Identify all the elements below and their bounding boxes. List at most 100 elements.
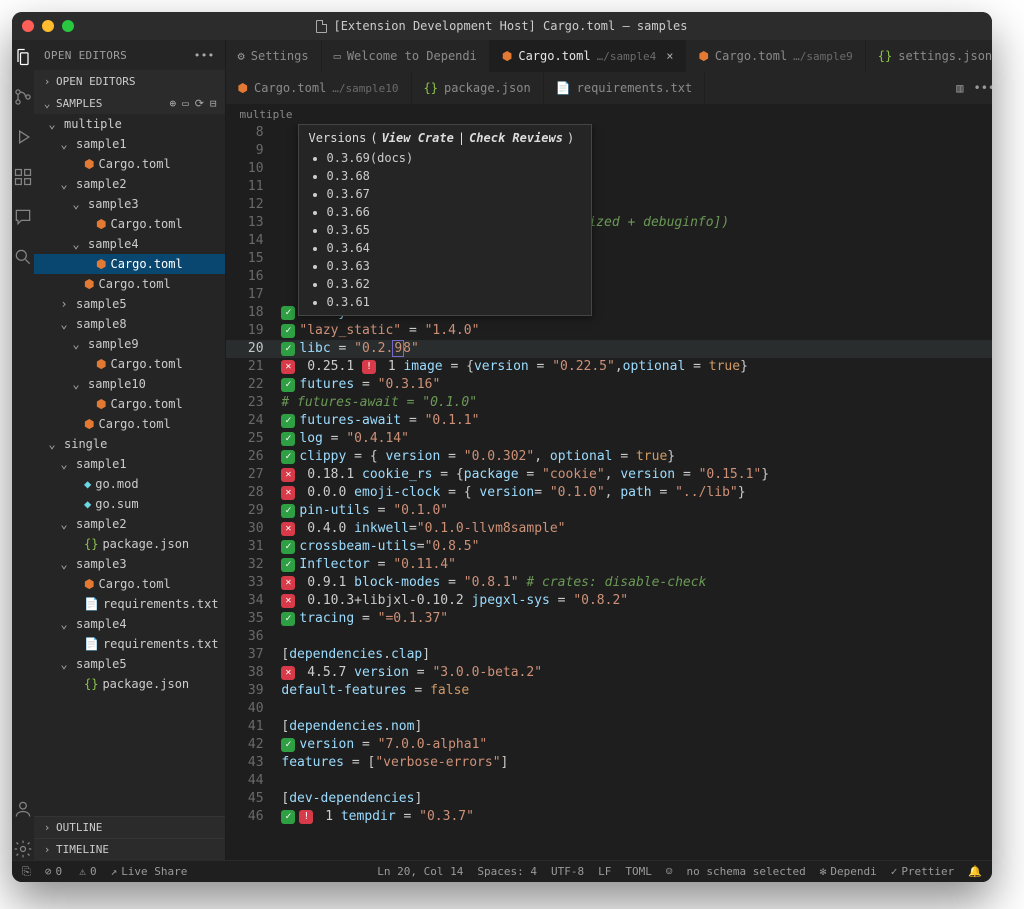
view-crate-link[interactable]: View Crate — [382, 131, 454, 145]
split-editor-icon[interactable]: ▥ — [956, 81, 963, 95]
version-item[interactable]: 0.3.68 — [327, 167, 581, 185]
code-line[interactable]: ✓version = "7.0.0-alpha1" — [274, 736, 992, 754]
language-mode[interactable]: TOML — [625, 865, 652, 878]
tab[interactable]: ⬢Cargo.toml…/sample9 — [686, 40, 865, 72]
tree-file[interactable]: ◆ go.mod — [34, 474, 225, 494]
code-line[interactable]: ✓futures-await = "0.1.1" — [274, 412, 992, 430]
tree-file[interactable]: 📄 requirements.txt — [34, 634, 225, 654]
code-line[interactable]: ✕ 0.10.3+libjxl-0.10.2 jpegxl-sys = "0.8… — [274, 592, 992, 610]
schema-status[interactable]: no schema selected — [686, 865, 805, 878]
code-line[interactable]: [dependencies.clap] — [274, 646, 992, 664]
live-share-button[interactable]: ↗ Live Share — [111, 865, 188, 878]
dependi-status[interactable]: ✻ Dependi — [820, 865, 877, 878]
code-line[interactable]: ✕ 0.4.0 inkwell="0.1.0-llvm8sample" — [274, 520, 992, 538]
code-line[interactable]: ✓! 1 tempdir = "0.3.7" — [274, 808, 992, 826]
code-line[interactable]: ✕ 0.18.1 cookie_rs = {package = "cookie"… — [274, 466, 992, 484]
code-line[interactable]: ✓tracing = "=0.1.37" — [274, 610, 992, 628]
tree-folder[interactable]: ⌄ sample3 — [34, 194, 225, 214]
feedback-icon[interactable]: ☺ — [666, 865, 673, 878]
eol[interactable]: LF — [598, 865, 611, 878]
tree-folder[interactable]: › sample5 — [34, 294, 225, 314]
tree-folder[interactable]: ⌄ sample9 — [34, 334, 225, 354]
tree-folder[interactable]: ⌄ sample5 — [34, 654, 225, 674]
code-line[interactable]: # futures-await = "0.1.0" — [274, 394, 992, 412]
tree-folder[interactable]: ⌄ single — [34, 434, 225, 454]
tree-file[interactable]: {} package.json — [34, 534, 225, 554]
tab[interactable]: ⚙Settings — [226, 40, 322, 72]
version-item[interactable]: 0.3.69(docs) — [327, 149, 581, 167]
tree-folder[interactable]: ⌄ sample10 — [34, 374, 225, 394]
tab[interactable]: {}settings.json — [866, 40, 992, 72]
encoding[interactable]: UTF-8 — [551, 865, 584, 878]
collapse-icon[interactable]: ⊟ — [210, 97, 217, 110]
indentation[interactable]: Spaces: 4 — [477, 865, 537, 878]
code-line[interactable]: ✓futures = "0.3.16" — [274, 376, 992, 394]
breadcrumbs[interactable]: multiple — [226, 104, 992, 124]
code-line[interactable]: ✓pin-utils = "0.1.0" — [274, 502, 992, 520]
tree-folder[interactable]: ⌄ sample8 — [34, 314, 225, 334]
tree-folder[interactable]: ⌄ multiple — [34, 114, 225, 134]
prettier-status[interactable]: ✓ Prettier — [891, 865, 955, 878]
tree-folder[interactable]: ⌄ sample4 — [34, 234, 225, 254]
errors-warnings[interactable]: ⊘ 0 ⚠ 0 — [45, 865, 97, 878]
version-item[interactable]: 0.3.66 — [327, 203, 581, 221]
tree-file[interactable]: ⬢ Cargo.toml — [34, 574, 225, 594]
code-line[interactable]: features = ["verbose-errors"] — [274, 754, 992, 772]
tree-file[interactable]: ◆ go.sum — [34, 494, 225, 514]
account-icon[interactable] — [12, 798, 34, 820]
code-line[interactable]: ✕ 0.9.1 block-modes = "0.8.1" # crates: … — [274, 574, 992, 592]
tree-folder[interactable]: ⌄ sample2 — [34, 174, 225, 194]
version-item[interactable]: 0.3.65 — [327, 221, 581, 239]
tree-file[interactable]: ⬢ Cargo.toml — [34, 394, 225, 414]
tab-more-icon[interactable]: ••• — [973, 81, 992, 95]
code-line[interactable]: ✕ 0.25.1 ! 1 image = {version = "0.22.5"… — [274, 358, 992, 376]
tree-file[interactable]: ⬢ Cargo.toml — [34, 414, 225, 434]
refresh-icon[interactable]: ⟳ — [195, 97, 204, 110]
tree-file[interactable]: ⬢ Cargo.toml — [34, 274, 225, 294]
close-tab-icon[interactable]: × — [666, 49, 673, 63]
code-line[interactable]: [dev-dependencies] — [274, 790, 992, 808]
cursor-position[interactable]: Ln 20, Col 14 — [377, 865, 463, 878]
tree-file[interactable]: ⬢ Cargo.toml — [34, 214, 225, 234]
code-line[interactable]: ✓clippy = { version = "0.0.302", optiona… — [274, 448, 992, 466]
tree-folder[interactable]: ⌄ sample2 — [34, 514, 225, 534]
settings-icon[interactable] — [12, 838, 34, 860]
outline-section[interactable]: ›OUTLINE — [34, 816, 225, 838]
sidebar-more-icon[interactable]: ••• — [194, 49, 215, 62]
tab[interactable]: 📄requirements.txt — [544, 72, 706, 104]
check-reviews-link[interactable]: Check Reviews — [469, 131, 563, 145]
code-line[interactable]: ✕ 4.5.7 version = "3.0.0-beta.2" — [274, 664, 992, 682]
search-icon[interactable] — [12, 246, 34, 268]
code-line[interactable]: ✕ 0.0.0 emoji-clock = { version= "0.1.0"… — [274, 484, 992, 502]
scm-icon[interactable] — [12, 86, 34, 108]
version-item[interactable]: 0.3.63 — [327, 257, 581, 275]
code-line[interactable]: [dependencies.nom] — [274, 718, 992, 736]
code-line[interactable]: ✓libc = "0.2.98" — [274, 340, 992, 358]
explorer-icon[interactable] — [12, 46, 34, 68]
code-editor[interactable]: 8910111213141516171819202122232425262728… — [226, 124, 992, 860]
code-line[interactable]: ✓log = "0.4.14" — [274, 430, 992, 448]
tab[interactable]: {}package.json — [412, 72, 544, 104]
code-line[interactable]: ✓"lazy_static" = "1.4.0" — [274, 322, 992, 340]
tree-folder[interactable]: ⌄ sample4 — [34, 614, 225, 634]
bell-icon[interactable]: 🔔 — [968, 865, 982, 878]
debug-icon[interactable] — [12, 126, 34, 148]
comments-icon[interactable] — [12, 206, 34, 228]
new-folder-icon[interactable]: ▭ — [182, 97, 189, 110]
remote-button[interactable]: ⎘ — [22, 865, 31, 879]
samples-section[interactable]: ⌄SAMPLES ⊕ ▭ ⟳ ⊟ — [34, 92, 225, 114]
code-line[interactable]: ✓crossbeam-utils="0.8.5" — [274, 538, 992, 556]
extensions-icon[interactable] — [12, 166, 34, 188]
timeline-section[interactable]: ›TIMELINE — [34, 838, 225, 860]
tree-file[interactable]: ⬢ Cargo.toml — [34, 154, 225, 174]
code-line[interactable]: default-features = false — [274, 682, 992, 700]
version-item[interactable]: 0.3.64 — [327, 239, 581, 257]
new-file-icon[interactable]: ⊕ — [169, 97, 176, 110]
version-item[interactable]: 0.3.67 — [327, 185, 581, 203]
tree-folder[interactable]: ⌄ sample1 — [34, 454, 225, 474]
code-line[interactable] — [274, 628, 992, 646]
code-line[interactable] — [274, 772, 992, 790]
tab[interactable]: ⬢Cargo.toml…/sample10 — [226, 72, 412, 104]
tree-folder[interactable]: ⌄ sample1 — [34, 134, 225, 154]
code-line[interactable] — [274, 700, 992, 718]
